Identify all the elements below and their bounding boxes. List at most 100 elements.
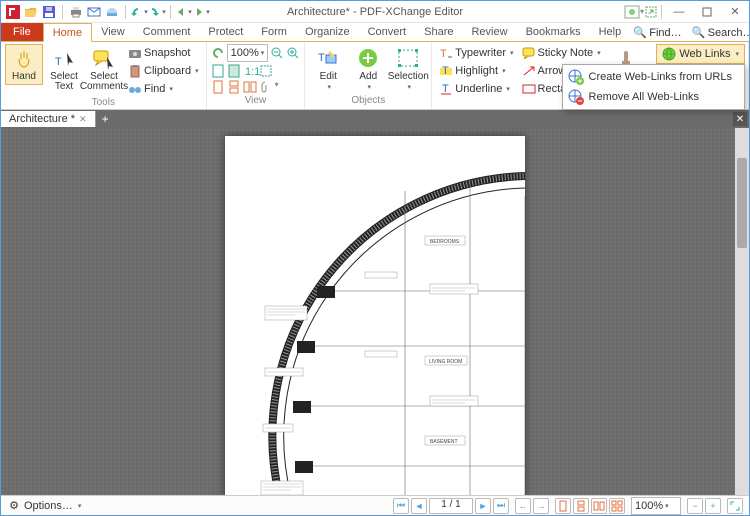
two-page-button[interactable]: [591, 498, 607, 514]
scroll-thumb[interactable]: [737, 158, 747, 248]
fit-page-icon[interactable]: [211, 64, 225, 78]
tabstrip-close-button[interactable]: ✕: [733, 112, 747, 126]
print-icon[interactable]: [68, 4, 84, 20]
fit-width-icon[interactable]: [227, 64, 241, 78]
selection-button[interactable]: Selection: [389, 44, 427, 94]
minimize-button[interactable]: —: [665, 1, 693, 23]
tab-form[interactable]: Form: [252, 22, 296, 41]
document-viewport[interactable]: BEDROOMS LIVING ROOM BASEMENT: [1, 128, 749, 495]
tab-home[interactable]: Home: [43, 23, 92, 42]
tab-review[interactable]: Review: [462, 22, 516, 41]
tab-help[interactable]: Help: [590, 22, 631, 41]
group-view-label: View: [211, 95, 301, 107]
close-button[interactable]: ✕: [721, 1, 749, 23]
fullscreen-button[interactable]: [727, 498, 743, 514]
tab-bookmarks[interactable]: Bookmarks: [517, 22, 590, 41]
file-tab[interactable]: File: [1, 22, 43, 41]
add-tab-button[interactable]: +: [96, 112, 115, 126]
zoom-select[interactable]: 100%: [227, 44, 269, 62]
svg-text:LIVING ROOM: LIVING ROOM: [429, 359, 462, 365]
gear-icon: ⚙: [7, 499, 21, 513]
add-button[interactable]: Add: [349, 44, 387, 94]
svg-text:BASEMENT: BASEMENT: [430, 439, 458, 445]
underline-button[interactable]: TUnderline: [436, 80, 516, 97]
tab-convert[interactable]: Convert: [359, 22, 416, 41]
document-tabstrip: Architecture * ✕ + ✕: [1, 110, 749, 128]
tab-comment[interactable]: Comment: [134, 22, 200, 41]
nav-fwd-button[interactable]: →: [533, 498, 549, 514]
page-icon[interactable]: [211, 80, 225, 94]
document-tab[interactable]: Architecture * ✕: [1, 111, 96, 127]
ui-options-icon[interactable]: [624, 5, 640, 19]
create-weblinks-item[interactable]: Create Web-Links from URLs: [565, 67, 742, 87]
two-continuous-button[interactable]: [609, 498, 625, 514]
continuous-icon[interactable]: [227, 80, 241, 94]
nav-back-button[interactable]: ←: [515, 498, 531, 514]
document-tab-label: Architecture *: [9, 113, 75, 125]
zoom-out-icon[interactable]: [270, 46, 284, 60]
find-button[interactable]: 🔍Find…: [630, 24, 684, 41]
clipboard-label: Clipboard: [144, 65, 191, 77]
zoom-buttons: − +: [687, 498, 721, 514]
select-comments-label: Select Comments: [80, 72, 128, 92]
search-button[interactable]: 🔍Search…: [689, 24, 750, 41]
next-page-button[interactable]: ►: [475, 498, 491, 514]
group-tools-label: Tools: [5, 97, 202, 108]
scan-icon[interactable]: [104, 4, 120, 20]
maximize-button[interactable]: [693, 1, 721, 23]
status-bar: ⚙Options… ⏮ ◄ 1 / 1 ► ⏭ ← → 100% − +: [1, 495, 749, 515]
single-page-button[interactable]: [555, 498, 571, 514]
vertical-scrollbar[interactable]: [735, 128, 749, 495]
layout-buttons: [555, 498, 625, 514]
attachment-icon[interactable]: [259, 80, 273, 94]
launch-icon[interactable]: [644, 5, 658, 19]
undo-icon[interactable]: [131, 4, 147, 20]
forward-icon[interactable]: [194, 4, 210, 20]
select-text-tool[interactable]: T Select Text: [45, 44, 83, 95]
zoom-region-icon[interactable]: [259, 64, 273, 78]
remove-weblinks-item[interactable]: Remove All Web-Links: [565, 87, 742, 107]
svg-text:T: T: [318, 52, 325, 64]
email-icon[interactable]: [86, 4, 102, 20]
redo-icon[interactable]: [149, 4, 165, 20]
underline-icon: T: [439, 82, 453, 96]
snapshot-button[interactable]: Snapshot: [125, 44, 202, 61]
find-ribbon-button[interactable]: Find: [125, 80, 202, 97]
options-button[interactable]: ⚙Options…: [7, 499, 81, 513]
tab-view[interactable]: View: [92, 22, 134, 41]
tab-organize[interactable]: Organize: [296, 22, 359, 41]
page-nav: ⏮ ◄ 1 / 1 ► ⏭: [393, 498, 509, 514]
facing-icon[interactable]: [243, 80, 257, 94]
tab-close-icon[interactable]: ✕: [79, 114, 87, 125]
edit-button[interactable]: T Edit: [309, 44, 347, 94]
back-icon[interactable]: [176, 4, 192, 20]
zoom-out-button[interactable]: −: [687, 498, 703, 514]
page-field[interactable]: 1 / 1: [429, 498, 473, 514]
remove-weblinks-label: Remove All Web-Links: [589, 91, 699, 103]
titlebar: Architecture* - PDF-XChange Editor ▾ — ✕: [1, 1, 749, 23]
zoom-in-icon[interactable]: [286, 46, 300, 60]
prev-page-button[interactable]: ◄: [411, 498, 427, 514]
last-page-button[interactable]: ⏭: [493, 498, 509, 514]
status-zoom-value: 100%: [635, 500, 663, 512]
tab-share[interactable]: Share: [415, 22, 462, 41]
web-links-button[interactable]: Web Links: [656, 44, 745, 64]
select-comments-tool[interactable]: Select Comments: [85, 44, 123, 95]
clipboard-button[interactable]: Clipboard: [125, 62, 202, 79]
open-icon[interactable]: [23, 4, 39, 20]
save-icon[interactable]: [41, 4, 57, 20]
continuous-button[interactable]: [573, 498, 589, 514]
rotate-icon[interactable]: [211, 46, 225, 60]
find-ribbon-label: Find: [144, 83, 165, 95]
tab-protect[interactable]: Protect: [199, 22, 252, 41]
highlight-button[interactable]: THighlight: [436, 62, 516, 79]
hand-tool[interactable]: Hand: [5, 44, 43, 85]
sticky-note-button[interactable]: Sticky Note: [519, 44, 604, 61]
typewriter-button[interactable]: TTypewriter: [436, 44, 516, 61]
status-zoom-select[interactable]: 100%: [631, 497, 681, 515]
first-page-button[interactable]: ⏮: [393, 498, 409, 514]
actual-size-icon[interactable]: 1:1: [243, 64, 257, 78]
zoom-in-button[interactable]: +: [705, 498, 721, 514]
web-links-label: Web Links: [679, 48, 730, 60]
group-objects: T Edit Add Selection Objects: [305, 42, 432, 109]
